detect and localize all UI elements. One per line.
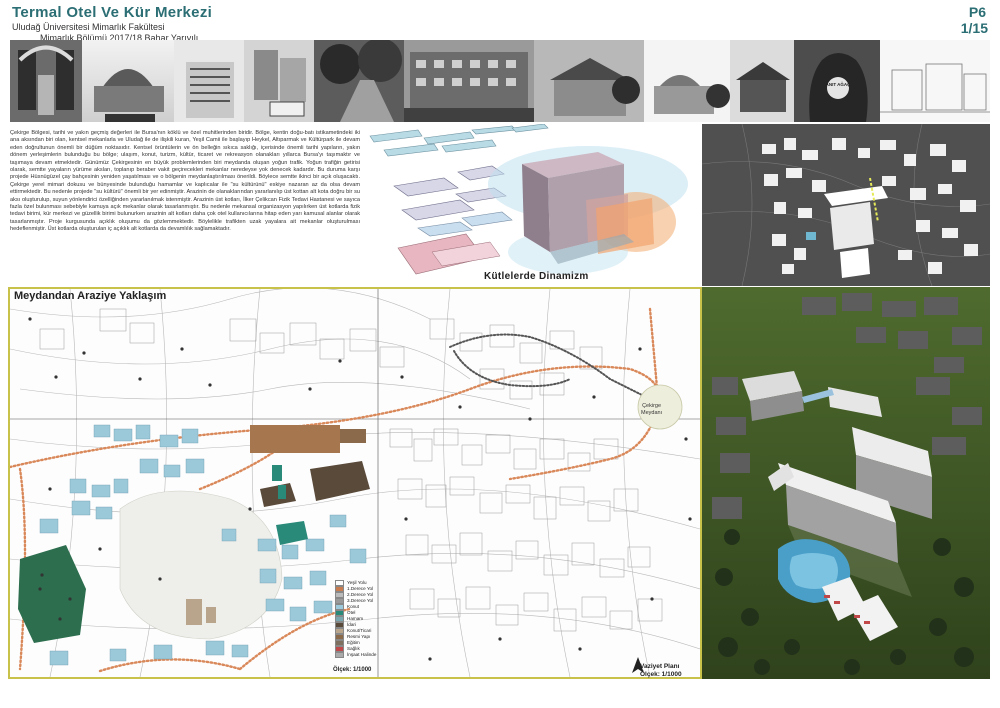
site-plan-label: Vaziyet Planı [640, 663, 680, 670]
aerial-site-model [702, 124, 990, 286]
legend-label: Eğitim [347, 640, 360, 646]
cekirge-label-line2: Meydanı [641, 410, 663, 416]
render-image [702, 287, 990, 679]
ant-agac-sign: ANIT AĞAÇ [826, 80, 852, 87]
legend-label: Resmi Yapı [347, 634, 371, 640]
bottom-margin [0, 684, 1000, 708]
legend-label: Konut [347, 604, 360, 610]
intro-paragraph: Çekirge Bölgesi, tarihi ve yakın geçmiş … [10, 130, 360, 285]
legend-label: İnşaat Halinde [347, 652, 377, 658]
site-plan-caption: Vaziyet Planı Ölçek: 1/1000 [640, 663, 682, 679]
legend-label: 2.Derece Yol [347, 592, 374, 598]
bw-photo-collage: ANIT AĞAÇ [10, 38, 990, 122]
legend-label: Konut/Ticari [347, 628, 372, 634]
legend-label: İdari [347, 622, 356, 628]
legend-label: Hamam [347, 616, 364, 622]
site-model-image [702, 124, 990, 286]
massing-diagram [362, 123, 700, 286]
cekirge-square-label: Çekirge Meydanı [641, 403, 662, 417]
massing-illustration [362, 123, 700, 286]
photo-strip: ANIT AĞAÇ [10, 38, 990, 122]
massing-label: Kütlelerde Dinamizm [484, 271, 589, 282]
legend-label: 3.Derece Yol [347, 598, 374, 604]
legend-label: Otel [347, 610, 356, 616]
page-code: P6 [968, 4, 986, 20]
aerial-render [702, 287, 990, 679]
legend-item: İnşaat Halinde [335, 652, 376, 658]
board-title: Termal Otel Ve Kür Merkezi [12, 4, 213, 21]
plan-legend: Yeşil Yolu 1.Derece Yol 2.Derece Yol 3.Dere… [335, 580, 376, 658]
legend-swatch [335, 652, 344, 658]
plan-title: Meydandan Araziye Yaklaşım [14, 290, 167, 302]
legend-label: Yeşil Yolu [347, 580, 367, 586]
legend-label: Sağlık [347, 646, 360, 652]
cekirge-label-line1: Çekirge [642, 403, 662, 409]
university-line: Uludağ Üniversitesi Mimarlık Fakültesi [12, 22, 165, 32]
page-number: 1/15 [960, 20, 988, 36]
intro-text: Çekirge Bölgesi, tarihi ve yakın geçmiş … [10, 130, 360, 233]
site-plan-scale: Ölçek: 1/1000 [640, 671, 682, 678]
legend-label: 1.Derece Yol [347, 586, 374, 592]
plan-scale: Ölçek: 1/1000 [333, 667, 372, 673]
